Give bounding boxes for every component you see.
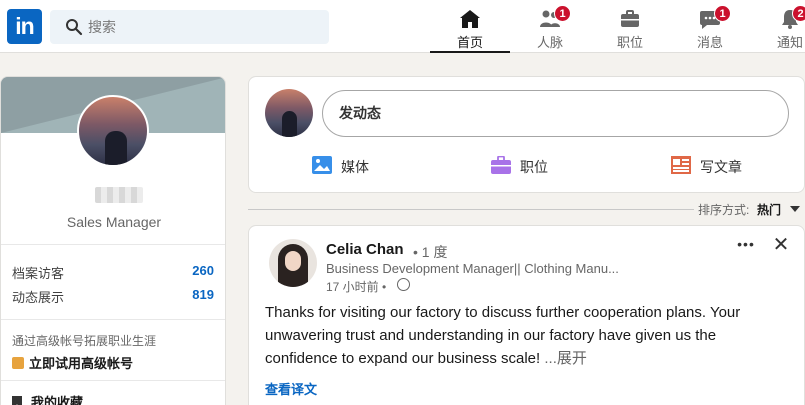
share-job-button[interactable]: 职位: [491, 155, 561, 177]
stat-label: 档案访客: [12, 266, 65, 281]
share-article-button[interactable]: 写文章: [671, 155, 761, 177]
briefcase-icon: [491, 156, 511, 174]
close-icon[interactable]: ✕: [771, 235, 791, 255]
post-timestamp: 17 小时前 •: [326, 280, 387, 294]
divider: [1, 244, 225, 245]
home-icon: [460, 10, 480, 28]
chevron-down-icon[interactable]: [790, 206, 800, 212]
stat-post-impressions[interactable]: 动态展示 819: [12, 287, 214, 307]
connection-degree: • 1 度: [413, 244, 448, 260]
start-post-button[interactable]: 发动态: [322, 90, 789, 137]
post-author-headline: Business Development Manager|| Clothing …: [326, 261, 619, 276]
nav-notifications[interactable]: 2 通知: [750, 5, 805, 53]
nav-notifications-label: 通知: [776, 35, 803, 50]
notifications-badge: 2: [792, 5, 805, 22]
premium-promo-text: 通过高级帐号拓展职业生涯: [12, 334, 157, 348]
nav-home[interactable]: 首页: [430, 5, 510, 53]
share-job-label: 职位: [520, 159, 548, 175]
stat-profile-viewers[interactable]: 档案访客 260: [12, 263, 214, 283]
share-media-label: 媒体: [341, 159, 369, 175]
post-author-name[interactable]: Celia Chan: [326, 241, 404, 258]
search-icon: [66, 19, 83, 36]
globe-icon: [397, 278, 410, 291]
share-box: 发动态 媒体 职位 写文章: [248, 76, 805, 193]
premium-icon: [12, 357, 24, 369]
nav-home-label: 首页: [456, 35, 483, 50]
stat-value: 819: [192, 287, 214, 302]
search-input[interactable]: [88, 10, 318, 44]
saved-items-link[interactable]: 我的收藏: [12, 392, 83, 405]
more-options-icon[interactable]: •••: [736, 236, 756, 256]
profile-headline: Sales Manager: [66, 214, 162, 230]
profile-card: Sales Manager 档案访客 260 动态展示 819 通过高级帐号拓展…: [0, 76, 226, 405]
article-icon: [671, 156, 691, 174]
linkedin-logo[interactable]: in: [7, 9, 42, 44]
premium-trial-label: 立即试用高级帐号: [29, 356, 134, 371]
messaging-badge: 1: [714, 5, 731, 22]
nav-network[interactable]: 1 人脉: [510, 5, 590, 53]
stat-value: 260: [192, 263, 214, 278]
profile-avatar[interactable]: [77, 95, 149, 167]
bookmark-icon: [12, 396, 22, 405]
post-body: Thanks for visiting our factory to discu…: [265, 301, 790, 370]
share-avatar[interactable]: [265, 89, 313, 137]
sort-divider: [248, 209, 694, 210]
share-article-label: 写文章: [700, 159, 742, 175]
nav-messaging-label: 消息: [696, 35, 723, 50]
share-media-button[interactable]: 媒体: [312, 155, 382, 177]
sort-label: 排序方式:: [698, 203, 750, 217]
profile-name-blurred[interactable]: [95, 187, 143, 203]
see-more-link[interactable]: ...展开: [544, 350, 587, 367]
divider: [1, 380, 225, 381]
divider: [1, 319, 225, 320]
image-icon: [312, 156, 332, 174]
post-text: Thanks for visiting our factory to discu…: [265, 304, 741, 367]
briefcase-icon: [621, 10, 639, 27]
post-author-avatar[interactable]: [269, 239, 317, 287]
translate-link[interactable]: 查看译文: [265, 379, 317, 398]
network-badge: 1: [554, 5, 571, 22]
saved-items-label: 我的收藏: [31, 395, 84, 405]
top-nav: in 首页 1 人脉 职位 1 消息: [0, 0, 805, 53]
nav-network-label: 人脉: [536, 35, 563, 50]
nav-jobs[interactable]: 职位: [590, 5, 670, 53]
nav-jobs-label: 职位: [616, 35, 643, 50]
premium-trial-link[interactable]: 立即试用高级帐号: [12, 353, 133, 372]
search-box[interactable]: [50, 10, 329, 44]
nav-messaging[interactable]: 1 消息: [670, 5, 750, 53]
sort-dropdown[interactable]: 热门: [757, 201, 781, 218]
stat-label: 动态展示: [12, 290, 65, 305]
feed-post: Celia Chan • 1 度 Business Development Ma…: [248, 225, 805, 405]
